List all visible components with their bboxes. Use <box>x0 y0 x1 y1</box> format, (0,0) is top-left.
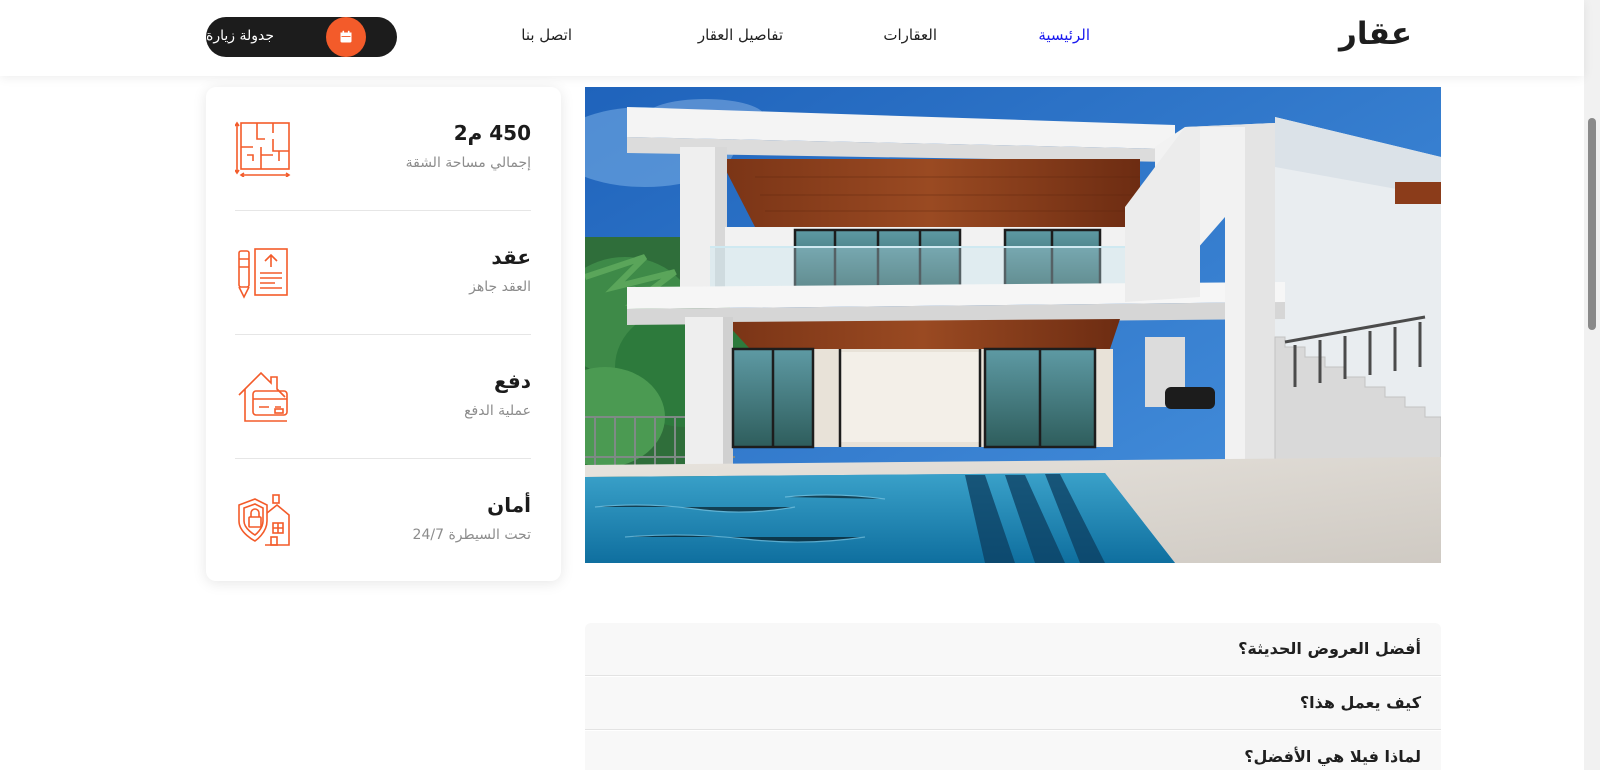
calendar-icon <box>326 17 366 57</box>
feature-item-payment: دفع عملية الدفع <box>235 335 531 459</box>
nav-link-properties[interactable]: العقارات <box>883 26 937 44</box>
feature-title: دفع <box>493 369 531 393</box>
feature-subtitle: تحت السيطرة 24/7 <box>412 527 531 543</box>
nav-link-property-details[interactable]: تفاصيل العقار <box>698 26 783 44</box>
faq-item[interactable]: أفضل العروض الحديثة؟ <box>585 623 1441 676</box>
faq-question: لماذا فيلا هي الأفضل؟ <box>1244 747 1421 766</box>
faq-question: أفضل العروض الحديثة؟ <box>1238 639 1421 658</box>
faq-accordion: أفضل العروض الحديثة؟ كيف يعمل هذا؟ لماذا… <box>585 623 1441 770</box>
feature-item-security: أمان تحت السيطرة 24/7 <box>235 459 531 583</box>
feature-subtitle: عملية الدفع <box>464 403 531 419</box>
features-card: 450 م2 إجمالي مساحة الشقة عقد العقد جاهز <box>206 87 561 581</box>
faq-item[interactable]: كيف يعمل هذا؟ <box>585 677 1441 730</box>
security-shield-icon <box>235 493 291 549</box>
contract-icon <box>235 245 291 301</box>
feature-subtitle: العقد جاهز <box>469 279 531 295</box>
scrollbar-thumb[interactable] <box>1588 118 1596 330</box>
schedule-visit-label: جدولة زيارة <box>206 28 275 44</box>
feature-title: 450 م2 <box>453 121 531 145</box>
page-scrollbar[interactable] <box>1584 0 1600 770</box>
nav-link-home[interactable]: الرئيسية <box>1038 26 1090 44</box>
site-header: عقار الرئيسية العقارات تفاصيل العقار اتص… <box>0 0 1584 76</box>
nav-link-contact[interactable]: اتصل بنا <box>521 26 572 44</box>
feature-item-contract: عقد العقد جاهز <box>235 211 531 335</box>
floor-plan-icon <box>234 121 291 178</box>
feature-title: عقد <box>491 245 531 269</box>
modern-villa-with-pool-photo <box>585 87 1441 563</box>
faq-question: كيف يعمل هذا؟ <box>1299 693 1421 712</box>
feature-subtitle: إجمالي مساحة الشقة <box>405 155 531 171</box>
schedule-visit-button[interactable]: جدولة زيارة <box>206 17 397 57</box>
faq-item[interactable]: لماذا فيلا هي الأفضل؟ <box>585 731 1441 770</box>
feature-item-area: 450 م2 إجمالي مساحة الشقة <box>234 87 531 211</box>
feature-title: أمان <box>487 493 531 517</box>
payment-card-house-icon <box>235 369 291 425</box>
